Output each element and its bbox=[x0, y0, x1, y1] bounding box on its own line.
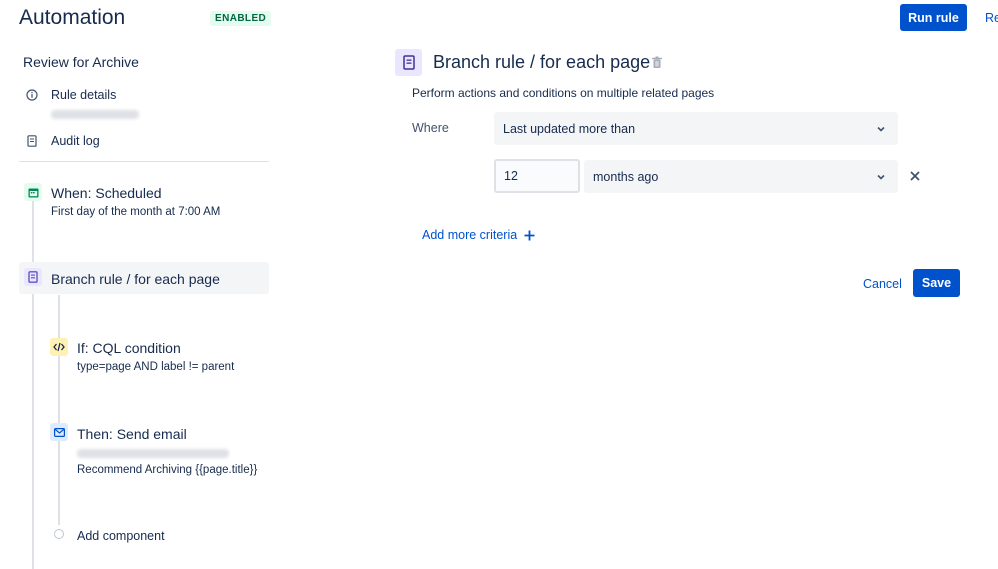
add-criteria-label: Add more criteria bbox=[422, 228, 518, 242]
automation-page: Automation ENABLED Run rule Re Review fo… bbox=[0, 0, 998, 569]
criteria-select[interactable]: Last updated more than bbox=[494, 112, 898, 145]
amount-input-value: 12 bbox=[504, 169, 518, 183]
rule-details-label: Rule details bbox=[51, 88, 117, 102]
plus-icon bbox=[524, 230, 535, 240]
trigger-step-title[interactable]: When: Scheduled bbox=[51, 185, 162, 201]
trash-icon[interactable] bbox=[651, 56, 663, 69]
code-icon bbox=[50, 338, 68, 356]
criteria-select-value: Last updated more than bbox=[503, 121, 636, 136]
amount-input[interactable]: 12 bbox=[494, 159, 580, 193]
save-button[interactable]: Save bbox=[913, 269, 960, 297]
unit-select[interactable]: months ago bbox=[584, 160, 898, 193]
page-icon bbox=[395, 49, 422, 76]
status-badge: ENABLED bbox=[210, 11, 272, 26]
sidebar-divider bbox=[19, 161, 269, 162]
action-step-subtitle: Recommend Archiving {{page.title}} bbox=[77, 464, 258, 476]
condition-step-title[interactable]: If: CQL condition bbox=[77, 340, 181, 356]
info-icon bbox=[26, 89, 38, 101]
cancel-button[interactable]: Cancel bbox=[863, 277, 902, 291]
page-icon bbox=[24, 268, 42, 286]
redacted-recipient bbox=[77, 449, 229, 458]
branch-step-title[interactable]: Branch rule / for each page bbox=[51, 271, 220, 287]
timeline-line bbox=[32, 200, 34, 569]
audit-log-label: Audit log bbox=[51, 134, 100, 148]
trigger-step-subtitle: First day of the month at 7:00 AM bbox=[51, 206, 221, 218]
page-title: Automation bbox=[19, 6, 126, 29]
rule-details-link[interactable]: Rule details bbox=[26, 88, 116, 102]
chevron-down-icon bbox=[877, 126, 885, 132]
add-component-dot bbox=[54, 529, 64, 539]
panel-description: Perform actions and conditions on multip… bbox=[412, 86, 715, 100]
calendar-icon bbox=[24, 183, 42, 201]
document-icon bbox=[26, 135, 38, 147]
truncated-header-link[interactable]: Re bbox=[985, 11, 998, 25]
add-criteria-button[interactable]: Add more criteria bbox=[422, 228, 535, 242]
action-step-title[interactable]: Then: Send email bbox=[77, 426, 187, 442]
add-component-link[interactable]: Add component bbox=[77, 529, 165, 543]
chevron-down-icon bbox=[877, 174, 885, 180]
condition-step-subtitle: type=page AND label != parent bbox=[77, 361, 235, 373]
unit-select-value: months ago bbox=[593, 169, 659, 184]
panel-title: Branch rule / for each page bbox=[433, 52, 651, 72]
close-icon[interactable] bbox=[909, 170, 921, 182]
redacted-owner bbox=[51, 110, 139, 119]
run-rule-button[interactable]: Run rule bbox=[900, 4, 967, 31]
rule-name: Review for Archive bbox=[23, 54, 139, 70]
mail-icon bbox=[50, 423, 68, 441]
audit-log-link[interactable]: Audit log bbox=[26, 134, 100, 148]
where-label: Where bbox=[412, 121, 449, 135]
branch-timeline-line bbox=[58, 295, 60, 525]
